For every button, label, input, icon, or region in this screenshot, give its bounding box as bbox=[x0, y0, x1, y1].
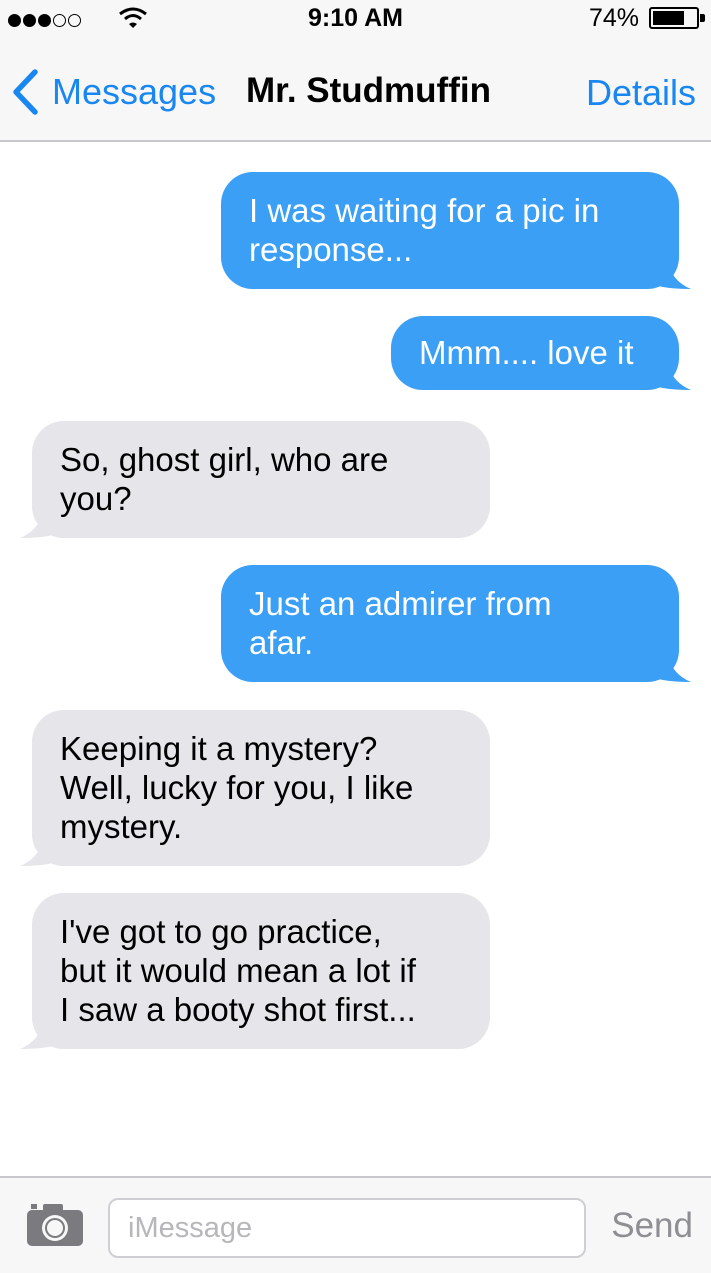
message-bubble-received[interactable]: Keeping it a mystery? Well, lucky for yo… bbox=[20, 710, 490, 866]
bubble: I was waiting for a pic in response... bbox=[221, 172, 679, 289]
battery-level-fill bbox=[653, 11, 684, 25]
bubble-tail bbox=[647, 652, 691, 682]
battery-tip bbox=[700, 14, 705, 22]
message-bubble-received[interactable]: I've got to go practice, but it would me… bbox=[20, 893, 490, 1049]
battery-percentage: 74% bbox=[588, 4, 639, 32]
chevron-left-icon bbox=[13, 69, 38, 115]
message-bubble-sent[interactable]: Mmm.... love it bbox=[391, 316, 691, 390]
message-thread[interactable]: I was waiting for a pic in response... M… bbox=[0, 144, 711, 1174]
message-text: Keeping it a mystery? Well, lucky for yo… bbox=[60, 730, 414, 845]
navigation-bar: Messages Mr. Studmuffin Details bbox=[0, 40, 711, 142]
conversation-title: Mr. Studmuffin bbox=[246, 71, 491, 110]
messages-screen: 9:10 AM 74% Messages Mr. Studmuffin Deta… bbox=[0, 0, 711, 1273]
bubble-tail bbox=[20, 836, 64, 866]
message-text: Just an admirer from afar. bbox=[249, 585, 552, 661]
message-text: I've got to go practice, but it would me… bbox=[60, 913, 416, 1028]
message-text: So, ghost girl, who are you? bbox=[60, 441, 389, 517]
message-text: Mmm.... love it bbox=[419, 334, 634, 371]
battery-icon bbox=[649, 7, 699, 29]
bubble: So, ghost girl, who are you? bbox=[32, 421, 490, 538]
bubble-tail bbox=[647, 360, 691, 390]
bubble: I've got to go practice, but it would me… bbox=[32, 893, 490, 1049]
back-button-label: Messages bbox=[52, 71, 217, 112]
bubble-tail bbox=[20, 508, 64, 538]
send-button[interactable]: Send bbox=[611, 1206, 693, 1246]
message-text: I was waiting for a pic in response... bbox=[249, 192, 600, 268]
details-button[interactable]: Details bbox=[586, 72, 696, 114]
composer-bar: Send bbox=[0, 1176, 711, 1273]
camera-icon[interactable] bbox=[25, 1202, 85, 1248]
message-bubble-received[interactable]: So, ghost girl, who are you? bbox=[20, 421, 490, 538]
bubble-tail bbox=[20, 1019, 64, 1049]
status-bar: 9:10 AM 74% bbox=[0, 0, 711, 40]
bubble-tail bbox=[647, 259, 691, 289]
message-bubble-sent[interactable]: Just an admirer from afar. bbox=[221, 565, 691, 682]
bubble: Mmm.... love it bbox=[391, 316, 679, 390]
back-button[interactable]: Messages bbox=[10, 68, 216, 116]
bubble: Just an admirer from afar. bbox=[221, 565, 679, 682]
imessage-input[interactable] bbox=[108, 1198, 586, 1258]
message-bubble-sent[interactable]: I was waiting for a pic in response... bbox=[221, 172, 691, 289]
bubble: Keeping it a mystery? Well, lucky for yo… bbox=[32, 710, 490, 866]
